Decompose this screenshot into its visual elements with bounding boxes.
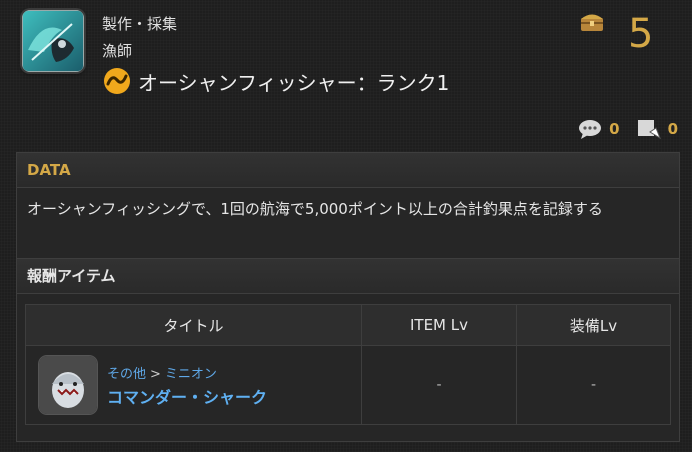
achievement-title-row: オーシャンフィッシャー：ランク1 <box>102 66 449 96</box>
item-name-link[interactable]: コマンダー・シャーク <box>107 384 267 408</box>
achievement-detail-panel: DATA オーシャンフィッシングで、1回の航海で5,000ポイント以上の合計釣果… <box>16 152 680 442</box>
item-category-breadcrumb: その他 > ミニオン <box>107 366 217 382</box>
achievement-title: オーシャンフィッシャー：ランク1 <box>138 70 450 95</box>
reward-section-heading: 報酬アイテム <box>17 259 679 294</box>
column-item-lv: ITEM Lv <box>361 304 517 346</box>
item-category-link[interactable]: その他 <box>107 367 146 382</box>
category-main: 製作・採集 <box>102 15 178 33</box>
share-stat[interactable]: 0 <box>636 118 678 140</box>
item-subcategory-link[interactable]: ミニオン <box>165 367 217 382</box>
column-equip-lv: 装備Lv <box>516 304 671 346</box>
comment-icon <box>579 120 602 139</box>
item-lv-cell: - <box>361 345 517 425</box>
reward-table: タイトル ITEM Lv 装備Lv その他 > ミニオン コマンダー・シャーク … <box>25 304 671 425</box>
shark-minion-icon[interactable] <box>39 356 97 414</box>
treasure-chest-icon <box>581 14 603 31</box>
data-section-heading: DATA <box>17 153 679 188</box>
reward-item-cell: その他 > ミニオン コマンダー・シャーク <box>25 345 362 425</box>
column-title: タイトル <box>25 304 362 346</box>
share-icon <box>637 120 661 140</box>
equip-lv-cell: - <box>516 345 671 425</box>
comment-count: 0 <box>609 120 620 138</box>
table-row: その他 > ミニオン コマンダー・シャーク - - <box>25 345 671 425</box>
comment-stat[interactable]: 0 <box>577 118 620 140</box>
stats-bar: 0 0 <box>567 118 678 140</box>
achievement-points: 5 <box>628 11 654 57</box>
category-sub: 漁師 <box>102 42 133 60</box>
ocean-fishing-icon <box>104 68 130 94</box>
share-count: 0 <box>667 120 678 138</box>
achievement-icon <box>22 10 84 72</box>
fish-caught-icon <box>22 10 84 72</box>
achievement-description: オーシャンフィッシングで、1回の航海で5,000ポイント以上の合計釣果点を記録す… <box>17 188 679 259</box>
